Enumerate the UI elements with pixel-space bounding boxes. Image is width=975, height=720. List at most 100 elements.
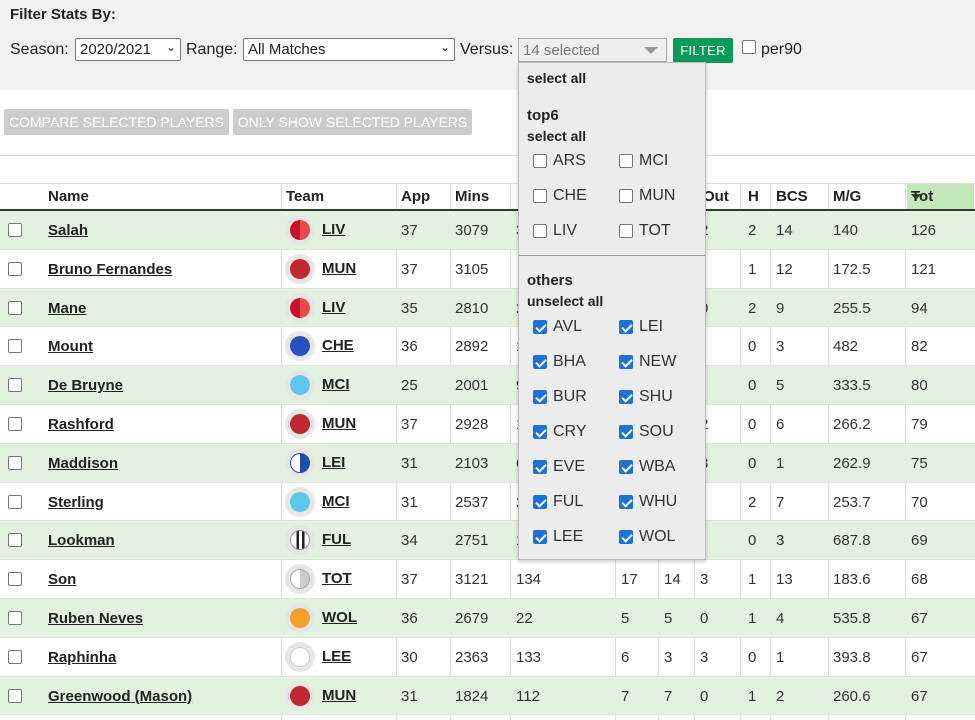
option-checkbox[interactable] (533, 494, 547, 509)
header-tot[interactable]: Tot (907, 184, 974, 209)
option-checkbox[interactable] (619, 459, 633, 474)
versus-option-cry[interactable]: CRY (533, 423, 587, 441)
versus-option-wba[interactable]: WBA (619, 458, 675, 476)
only-show-selected-button[interactable]: ONLY SHOW SELECTED PLAYERS (233, 109, 472, 135)
team-link[interactable]: CHE (322, 337, 354, 354)
team-link[interactable]: FUL (322, 531, 351, 548)
row-select-checkbox[interactable] (8, 378, 22, 393)
range-select[interactable]: All Matches ⌄ (243, 38, 455, 61)
option-checkbox[interactable] (533, 389, 547, 404)
others-unselect-all-link[interactable]: unselect all (527, 293, 603, 309)
row-select-checkbox[interactable] (8, 572, 22, 587)
header-mins[interactable]: Mins (455, 188, 489, 205)
select-all-link[interactable]: select all (527, 70, 586, 86)
row-select-checkbox[interactable] (8, 300, 22, 315)
versus-option-avl[interactable]: AVL (533, 318, 582, 336)
row-select-checkbox[interactable] (8, 533, 22, 548)
option-checkbox[interactable] (619, 223, 633, 238)
versus-option-bha[interactable]: BHA (533, 353, 586, 371)
chevron-down-icon: ⌄ (165, 40, 176, 54)
player-name-link[interactable]: Raphinha (48, 649, 116, 666)
header-name[interactable]: Name (48, 188, 89, 205)
option-checkbox[interactable] (619, 319, 633, 334)
compare-players-button[interactable]: COMPARE SELECTED PLAYERS (4, 109, 229, 135)
player-name-link[interactable]: De Bruyne (48, 377, 123, 394)
team-link[interactable]: TOT (322, 570, 352, 587)
team-link[interactable]: MCI (322, 493, 350, 510)
player-name-link[interactable]: Mount (48, 338, 93, 355)
header-bcs[interactable]: BCS (776, 188, 808, 205)
versus-option-wol[interactable]: WOL (619, 528, 675, 546)
versus-option-mci[interactable]: MCI (619, 152, 668, 170)
player-name-link[interactable]: Mane (48, 300, 86, 317)
option-checkbox[interactable] (533, 529, 547, 544)
row-select-checkbox[interactable] (8, 688, 22, 703)
team-link[interactable]: LEE (322, 648, 351, 665)
row-select-checkbox[interactable] (8, 494, 22, 509)
option-checkbox[interactable] (619, 188, 633, 203)
option-checkbox[interactable] (619, 153, 633, 168)
option-checkbox[interactable] (619, 424, 633, 439)
versus-option-bur[interactable]: BUR (533, 388, 587, 406)
header-mg[interactable]: M/G (833, 188, 861, 205)
option-checkbox[interactable] (619, 389, 633, 404)
option-checkbox[interactable] (533, 459, 547, 474)
player-name-link[interactable]: Salah (48, 222, 88, 239)
player-name-link[interactable]: Greenwood (Mason) (48, 688, 192, 705)
option-checkbox[interactable] (533, 424, 547, 439)
header-out[interactable]: Out (703, 188, 729, 205)
versus-option-ars[interactable]: ARS (533, 152, 586, 170)
team-link[interactable]: LIV (322, 299, 345, 316)
header-team[interactable]: Team (286, 188, 324, 205)
player-name-link[interactable]: Son (48, 571, 76, 588)
season-select[interactable]: 2020/2021 ⌄ (75, 38, 181, 61)
versus-option-tot[interactable]: TOT (619, 222, 671, 240)
option-checkbox[interactable] (533, 223, 547, 238)
team-link[interactable]: MCI (322, 376, 350, 393)
header-app[interactable]: App (401, 188, 430, 205)
option-checkbox[interactable] (533, 354, 547, 369)
versus-option-new[interactable]: NEW (619, 353, 676, 371)
option-checkbox[interactable] (533, 319, 547, 334)
versus-option-lei[interactable]: LEI (619, 318, 663, 336)
row-select-checkbox[interactable] (8, 223, 22, 237)
versus-option-eve[interactable]: EVE (533, 458, 585, 476)
option-checkbox[interactable] (619, 529, 633, 544)
cell-bcs: 13 (776, 571, 793, 589)
team-link[interactable]: MUN (322, 415, 356, 432)
option-checkbox[interactable] (619, 354, 633, 369)
versus-option-whu[interactable]: WHU (619, 493, 677, 511)
top6-select-all-link[interactable]: select all (527, 128, 586, 144)
player-name-link[interactable]: Maddison (48, 455, 118, 472)
versus-option-shu[interactable]: SHU (619, 388, 673, 406)
row-select-checkbox[interactable] (8, 455, 22, 470)
versus-select[interactable]: 14 selected (518, 38, 667, 62)
player-name-link[interactable]: Ruben Neves (48, 610, 143, 627)
header-h[interactable]: H (748, 188, 759, 205)
filter-button[interactable]: FILTER (673, 38, 733, 63)
team-link[interactable]: MUN (322, 687, 356, 704)
row-select-checkbox[interactable] (8, 416, 22, 431)
player-name-link[interactable]: Lookman (48, 532, 115, 549)
team-link[interactable]: WOL (322, 609, 357, 626)
row-select-checkbox[interactable] (8, 339, 22, 354)
option-checkbox[interactable] (619, 494, 633, 509)
versus-option-sou[interactable]: SOU (619, 423, 674, 441)
player-name-link[interactable]: Rashford (48, 416, 114, 433)
player-name-link[interactable]: Sterling (48, 494, 104, 511)
team-link[interactable]: LEI (322, 454, 345, 471)
versus-option-ful[interactable]: FUL (533, 493, 583, 511)
row-select-checkbox[interactable] (8, 610, 22, 625)
versus-option-mun[interactable]: MUN (619, 187, 675, 205)
option-checkbox[interactable] (533, 188, 547, 203)
player-name-link[interactable]: Bruno Fernandes (48, 261, 172, 278)
row-select-checkbox[interactable] (8, 649, 22, 664)
per90-checkbox[interactable] (742, 40, 756, 54)
team-link[interactable]: LIV (322, 221, 345, 238)
team-link[interactable]: MUN (322, 260, 356, 277)
versus-option-liv[interactable]: LIV (533, 222, 577, 240)
row-select-checkbox[interactable] (8, 261, 22, 276)
versus-option-lee[interactable]: LEE (533, 528, 583, 546)
option-checkbox[interactable] (533, 153, 547, 168)
versus-option-che[interactable]: CHE (533, 187, 587, 205)
